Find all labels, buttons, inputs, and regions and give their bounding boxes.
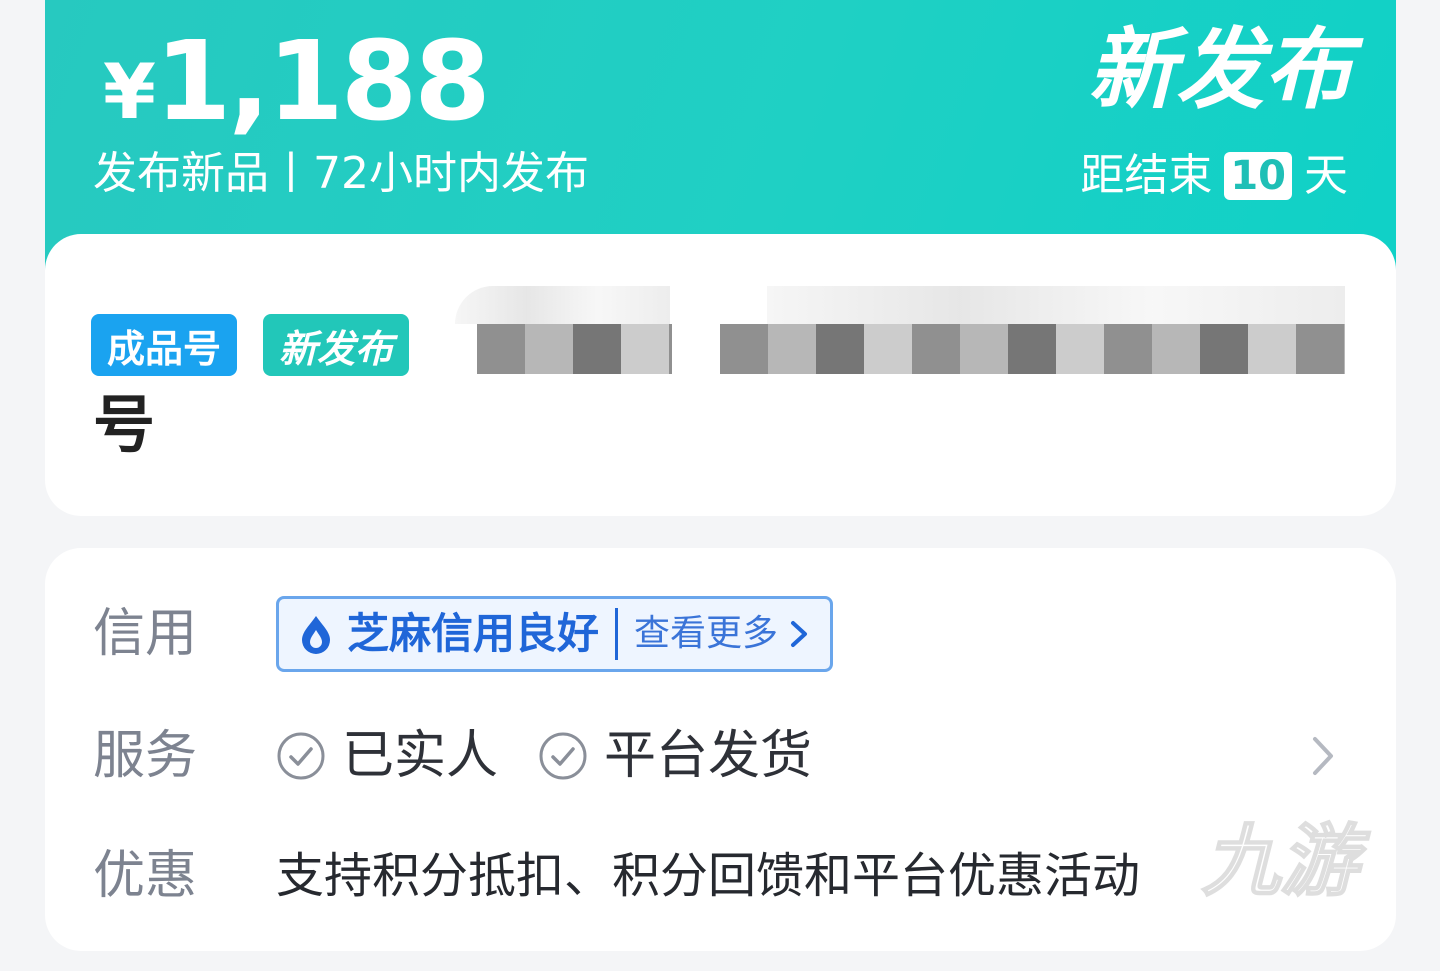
price: ¥ 1,188 (103, 17, 491, 145)
service-item-platform-delivery: 平台发货 (538, 730, 812, 782)
service-item-label: 已实人 (342, 726, 499, 786)
check-circle-icon (277, 732, 325, 780)
credit-badge[interactable]: 芝麻信用良好 查看更多 (276, 596, 834, 672)
countdown-days: 10 (1224, 152, 1292, 200)
price-currency: ¥ (103, 47, 156, 136)
credit-label: 信用 (93, 604, 198, 664)
credit-row: 信用 芝麻信用良好 查看更多 (93, 594, 1348, 674)
check-circle-icon (539, 732, 587, 780)
discount-text: 支持积分抵扣、积分回馈和平台优惠活动 (276, 848, 1141, 904)
countdown: 距结束 10 天 (1080, 152, 1348, 200)
redacted-title-blur (767, 286, 1345, 324)
tag-finished-account: 成品号 (91, 314, 238, 376)
discount-row: 优惠 支持积分抵扣、积分回馈和平台优惠活动 (93, 836, 1348, 916)
chevron-right-icon[interactable] (1310, 735, 1336, 777)
countdown-prefix: 距结束 (1080, 150, 1213, 201)
redacted-title-blur (477, 324, 672, 374)
release-subtitle: 发布新品丨72小时内发布 (93, 148, 589, 199)
discount-label: 优惠 (93, 846, 198, 906)
service-row[interactable]: 服务 已实人 平台发货 (93, 716, 1348, 796)
service-label: 服务 (93, 726, 198, 786)
new-release-title: 新发布 (1087, 18, 1352, 121)
service-item-label: 平台发货 (604, 726, 813, 786)
credit-status: 芝麻信用良好 (347, 609, 600, 658)
info-card: 信用 芝麻信用良好 查看更多 服务 已实人 平台发货 优惠 支持积分抵扣、积分回… (45, 548, 1396, 951)
redacted-title-blur (720, 324, 1345, 374)
tag-new-release: 新发布 (263, 314, 410, 376)
chevron-right-icon (791, 621, 808, 647)
watermark-logo: 九游 (1201, 817, 1359, 907)
redacted-title-blur (455, 286, 670, 324)
listing-page: ¥ 1,188 发布新品丨72小时内发布 新发布 距结束 10 天 成品号 新发… (0, 0, 1440, 971)
view-more-link[interactable]: 查看更多 (634, 616, 778, 652)
sesame-credit-icon (302, 616, 330, 654)
countdown-suffix: 天 (1304, 150, 1348, 201)
listing-title-card[interactable]: 成品号 新发布 号 (45, 234, 1396, 516)
service-item-verified: 已实人 (276, 730, 498, 782)
price-amount: 1,188 (154, 17, 491, 145)
divider (615, 608, 619, 660)
listing-title: 号 (93, 388, 156, 461)
